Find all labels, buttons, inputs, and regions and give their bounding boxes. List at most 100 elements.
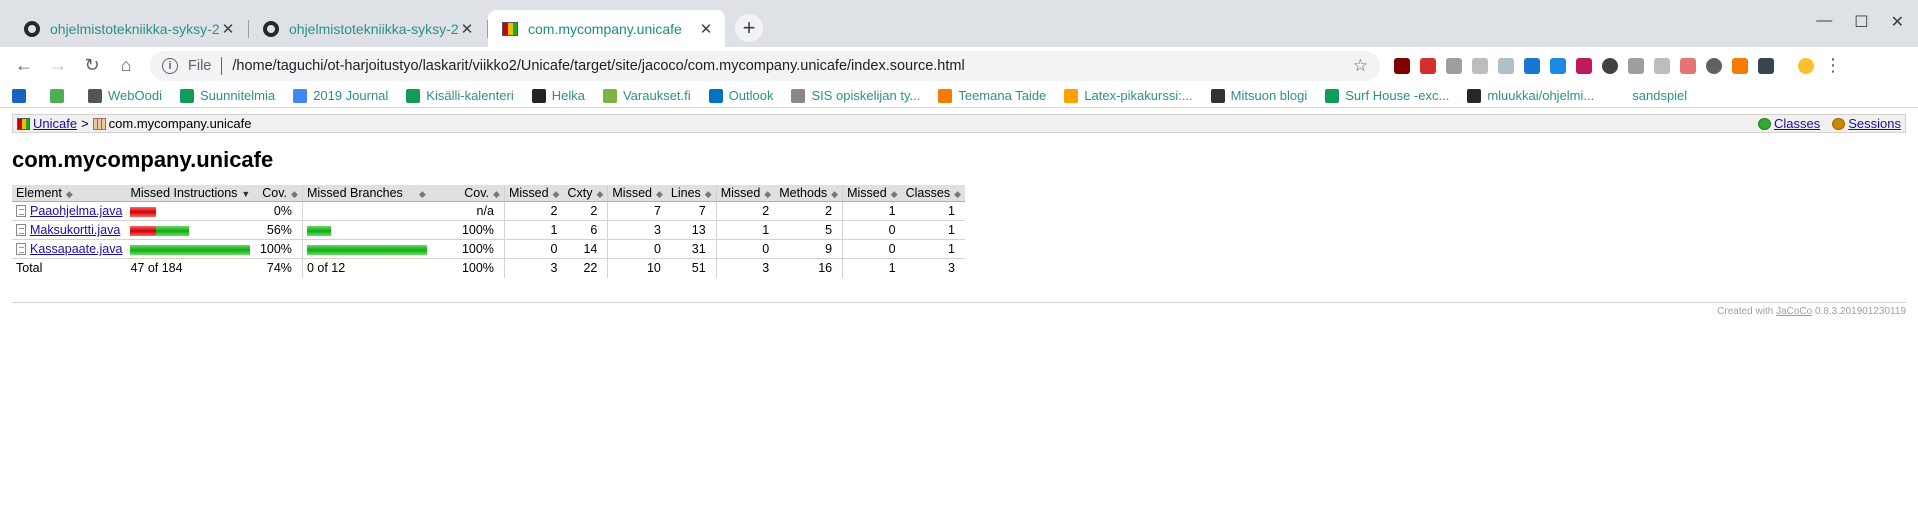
bookmark-item[interactable]: sandspiel <box>1612 88 1687 103</box>
branches-bar-cell <box>301 239 455 259</box>
extension-icon[interactable] <box>1472 57 1488 74</box>
column-header[interactable]: Lines ◆ <box>666 185 717 202</box>
close-tab-icon[interactable]: ✕ <box>458 20 476 38</box>
extension-icon[interactable] <box>1576 57 1592 74</box>
maximize-icon[interactable]: ☐ <box>1854 12 1868 32</box>
classes-missed: 1 <box>842 201 902 221</box>
extension-icon[interactable] <box>1680 57 1696 74</box>
extensions-area: ⋮ <box>1394 55 1842 76</box>
classes-link[interactable]: Classes <box>1774 116 1820 131</box>
extension-icon[interactable] <box>1732 57 1748 74</box>
instr-coverage: 0% <box>254 201 303 221</box>
total-branch-cov: 100% <box>461 261 494 276</box>
extension-icon[interactable] <box>1498 57 1514 74</box>
browser-tab[interactable]: ohjelmistotekniikka-syksy-2019 ✕ <box>10 10 249 47</box>
browser-tab[interactable]: ohjelmistotekniikka-syksy-2019 ✕ <box>249 10 488 47</box>
new-tab-button[interactable]: + <box>735 14 763 42</box>
bookmark-icon <box>791 88 806 103</box>
classes-icon <box>1758 117 1771 130</box>
report-icon <box>502 21 518 36</box>
table-header-row: Element ◆ Missed Instructions ▼ Cov. ◆ Miss… <box>12 185 965 202</box>
classes-missed: 0 <box>842 239 902 259</box>
column-header[interactable]: Missed Branches ◆ <box>301 185 455 202</box>
bookmark-item[interactable]: Mitsuon blogi <box>1210 88 1308 103</box>
back-button[interactable]: ← <box>8 50 40 82</box>
column-header[interactable]: Missed ◆ <box>503 185 564 202</box>
page-footer: Created with JaCoCo 0.8.3.201901230119 <box>12 301 1906 317</box>
bookmark-item[interactable]: SIS opiskelijan ty... <box>791 88 920 103</box>
bookmark-icon <box>293 88 308 103</box>
ublock-icon[interactable] <box>1394 57 1410 74</box>
bookmark-item[interactable]: Outlook <box>708 88 774 103</box>
column-header[interactable]: Missed ◆ <box>715 185 776 202</box>
extension-icon[interactable] <box>1602 57 1618 74</box>
close-window-icon[interactable]: ✕ <box>1891 12 1904 32</box>
back-arrow-icon: ← <box>15 55 33 75</box>
total-branches: 0 of 12 <box>301 258 455 278</box>
bookmark-item[interactable]: mluukkai/ohjelmi... <box>1467 88 1594 103</box>
extension-icon[interactable] <box>1524 57 1540 74</box>
bookmark-item[interactable] <box>50 88 70 103</box>
extension-icon[interactable] <box>1758 57 1774 74</box>
extension-icon[interactable] <box>1706 57 1722 74</box>
column-header[interactable]: Element ◆ <box>12 185 127 202</box>
breadcrumb: Unicafe > com.mycompany.unicafe Classes … <box>12 114 1906 133</box>
profile-avatar-icon[interactable] <box>1798 57 1814 74</box>
column-header[interactable]: Methods ◆ <box>775 185 843 202</box>
bookmark-item[interactable]: Surf House -exc... <box>1325 88 1449 103</box>
package-icon <box>92 117 106 130</box>
bookmark-item[interactable]: 2019 Journal <box>293 88 388 103</box>
column-header[interactable]: Missed Instructions ▼ <box>126 185 255 202</box>
jacoco-link[interactable]: JaCoCo <box>1776 306 1812 317</box>
bookmark-item[interactable]: Suunnitelmia <box>179 88 275 103</box>
branch-coverage: 100% <box>454 239 505 259</box>
source-file-link[interactable]: Paaohjelma.java <box>30 204 122 218</box>
forward-arrow-icon: → <box>49 55 67 75</box>
translate-icon[interactable] <box>1550 57 1566 74</box>
browser-tab-active[interactable]: com.mycompany.unicafe ✕ <box>488 10 725 47</box>
bookmark-item[interactable] <box>12 88 32 103</box>
sessions-link[interactable]: Sessions <box>1848 116 1901 131</box>
reload-button[interactable]: ↻ <box>76 50 108 82</box>
extension-icon[interactable] <box>1628 57 1644 74</box>
forward-button[interactable]: → <box>42 50 74 82</box>
source-file-link[interactable]: Kassapaate.java <box>30 242 122 256</box>
menu-icon[interactable]: ⋮ <box>1824 55 1842 76</box>
lines: 31 <box>666 239 717 259</box>
bookmark-item[interactable]: Kisälli-kalenteri <box>406 88 514 103</box>
extension-icon[interactable] <box>1654 57 1670 74</box>
column-header[interactable]: Missed ◆ <box>842 185 902 202</box>
missed-bar-segment <box>130 225 157 236</box>
extension-icon[interactable] <box>1446 57 1462 74</box>
address-bar[interactable]: i File /home/taguchi/ot-harjoitustyo/las… <box>150 50 1380 81</box>
close-tab-icon[interactable]: ✕ <box>697 20 715 38</box>
breadcrumb-root-link[interactable]: Unicafe <box>33 116 77 131</box>
classes-missed: 0 <box>842 220 902 240</box>
minimize-icon[interactable]: — <box>1816 12 1832 32</box>
column-header[interactable]: Classes ◆ <box>901 185 965 202</box>
bookmark-item[interactable]: Teemana Taide <box>938 88 1046 103</box>
bookmark-label: Mitsuon blogi <box>1230 88 1308 103</box>
bookmark-item[interactable]: Latex-pikakurssi:... <box>1064 88 1193 103</box>
url-text[interactable]: /home/taguchi/ot-harjoitustyo/laskarit/v… <box>232 58 1352 74</box>
bookmark-item[interactable]: Varaukset.fi <box>602 88 691 103</box>
bookmark-item[interactable]: Helka <box>531 88 585 103</box>
bookmark-item[interactable]: WebOodi <box>88 88 162 103</box>
source-file-link[interactable]: Maksukortti.java <box>30 223 120 237</box>
home-button[interactable]: ⌂ <box>110 50 142 82</box>
bookmark-star-icon[interactable]: ☆ <box>1353 56 1368 76</box>
classes: 1 <box>901 239 965 259</box>
column-header[interactable]: Cov. ◆ <box>254 185 303 202</box>
column-header[interactable]: Cxty ◆ <box>563 185 608 202</box>
column-header[interactable]: Cov. ◆ <box>454 185 505 202</box>
source-file-icon <box>16 243 26 255</box>
element-cell: Kassapaate.java <box>12 239 127 259</box>
window-controls: — ☐ ✕ <box>1816 12 1904 32</box>
bookmark-label: 2019 Journal <box>313 88 389 103</box>
extension-icon[interactable] <box>1420 57 1436 74</box>
bookmark-label: Teemana Taide <box>958 88 1047 103</box>
info-icon[interactable]: i <box>162 57 178 74</box>
bookmark-label: Outlook <box>728 88 774 103</box>
column-header[interactable]: Missed ◆ <box>607 185 667 202</box>
close-tab-icon[interactable]: ✕ <box>219 20 237 38</box>
